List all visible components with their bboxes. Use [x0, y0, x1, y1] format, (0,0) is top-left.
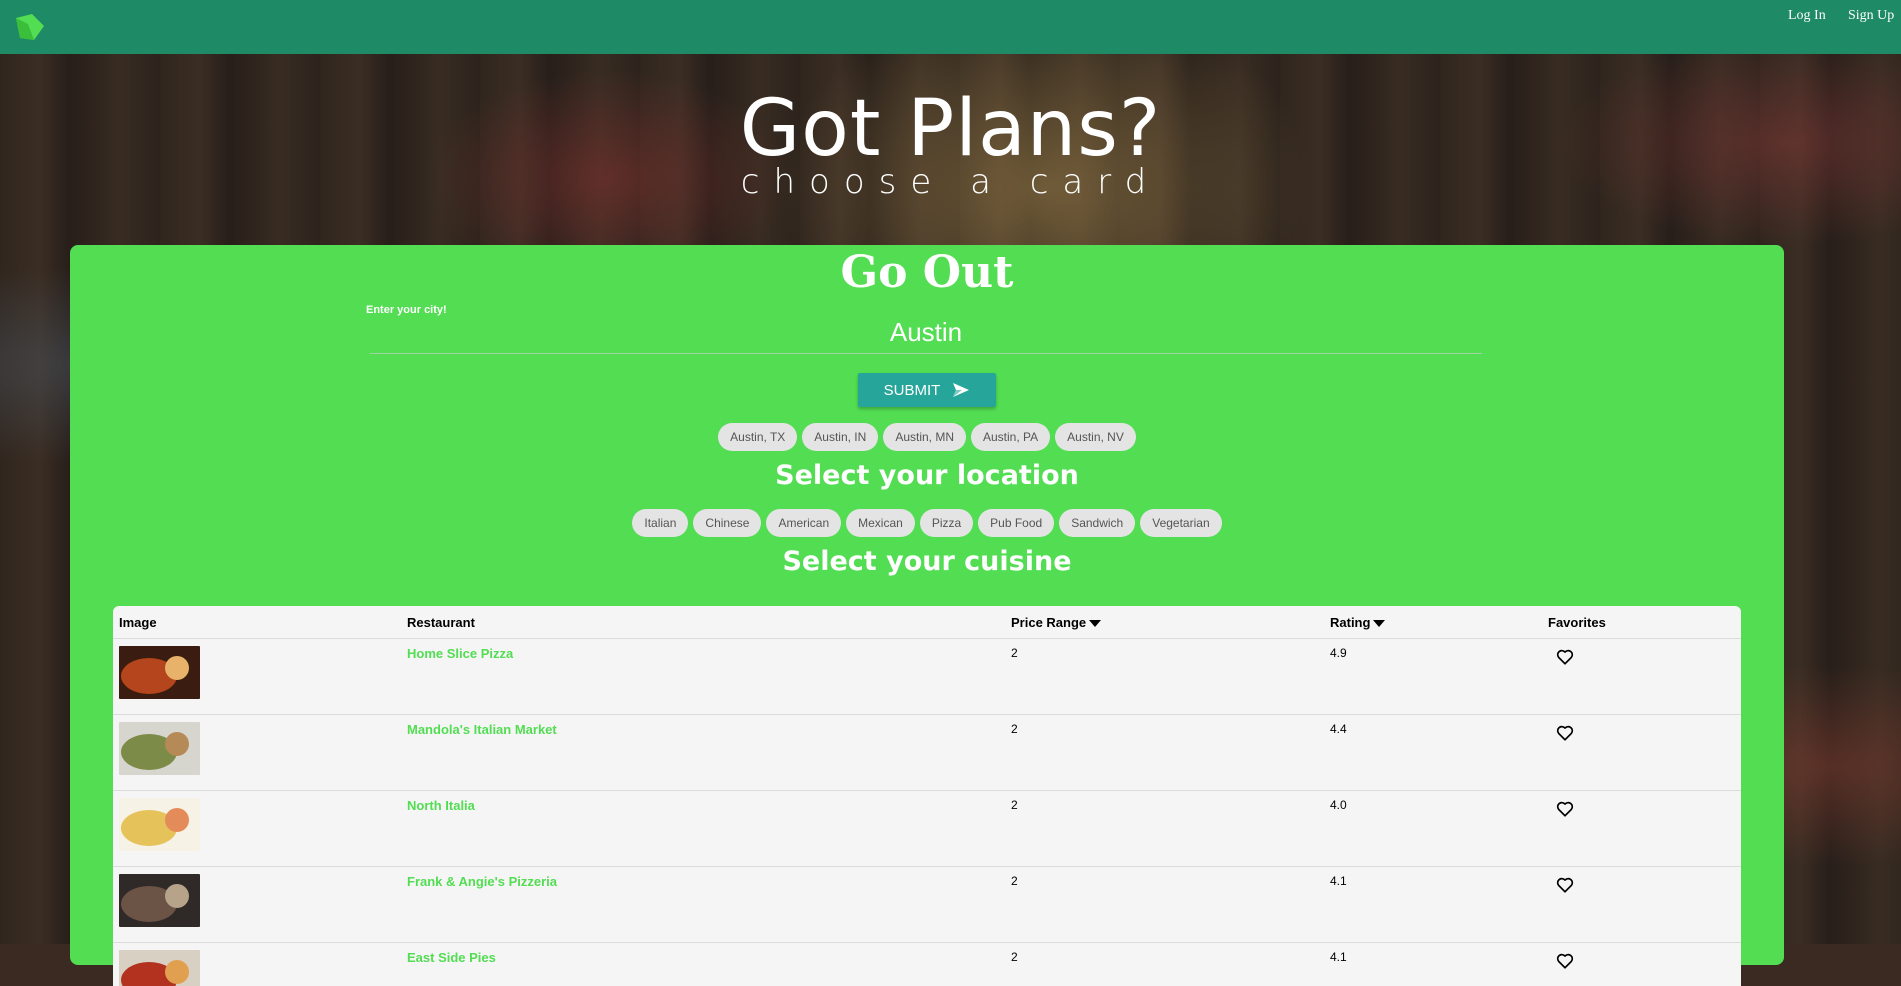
price-cell: 2 [1005, 943, 1324, 986]
logo-icon[interactable] [12, 12, 48, 44]
image-cell [113, 867, 401, 943]
restaurant-thumbnail [119, 798, 200, 851]
login-link[interactable]: Log In [1788, 8, 1826, 24]
restaurant-cell: Mandola's Italian Market [401, 715, 1005, 791]
restaurant-link[interactable]: Mandola's Italian Market [407, 722, 557, 737]
price-cell: 2 [1005, 791, 1324, 867]
location-chip[interactable]: Austin, MN [883, 423, 966, 451]
send-icon [952, 382, 970, 398]
sort-caret-icon[interactable] [1089, 620, 1101, 627]
location-chips: Austin, TX Austin, IN Austin, MN Austin,… [70, 423, 1784, 451]
rating-value: 4.1 [1330, 950, 1347, 964]
header-price-range[interactable]: Price Range [1005, 606, 1324, 639]
rating-value: 4.1 [1330, 874, 1347, 888]
location-chip[interactable]: Austin, PA [971, 423, 1050, 451]
restaurant-link[interactable]: Frank & Angie's Pizzeria [407, 874, 557, 889]
image-cell [113, 943, 401, 986]
city-input[interactable] [370, 311, 1482, 354]
heart-icon[interactable] [1556, 724, 1574, 742]
cuisine-chip[interactable]: Vegetarian [1140, 509, 1221, 537]
price-cell: 2 [1005, 639, 1324, 715]
cuisine-chip[interactable]: Mexican [846, 509, 915, 537]
hero-subtitle: choose a card [0, 162, 1901, 202]
table-header-row: Image Restaurant Price Range Rating Favo… [113, 606, 1741, 639]
restaurant-thumbnail [119, 950, 200, 986]
cuisine-chip[interactable]: Sandwich [1059, 509, 1135, 537]
price-value: 2 [1011, 950, 1018, 964]
favorites-cell [1542, 867, 1741, 943]
location-chip[interactable]: Austin, IN [802, 423, 878, 451]
favorites-cell [1542, 639, 1741, 715]
restaurant-thumbnail [119, 646, 200, 699]
price-value: 2 [1011, 646, 1018, 660]
price-cell: 2 [1005, 867, 1324, 943]
location-chip[interactable]: Austin, NV [1055, 423, 1136, 451]
cuisine-chip[interactable]: Pizza [920, 509, 973, 537]
submit-label: SUBMIT [884, 382, 941, 399]
restaurant-cell: East Side Pies [401, 943, 1005, 986]
header-rating[interactable]: Rating [1324, 606, 1542, 639]
cuisine-chip[interactable]: Pub Food [978, 509, 1054, 537]
header-image: Image [113, 606, 401, 639]
cuisine-chip[interactable]: Italian [632, 509, 688, 537]
rating-value: 4.4 [1330, 722, 1347, 736]
submit-button[interactable]: SUBMIT [858, 373, 996, 407]
heart-icon[interactable] [1556, 648, 1574, 666]
restaurant-cell: Frank & Angie's Pizzeria [401, 867, 1005, 943]
rating-cell: 4.0 [1324, 791, 1542, 867]
rating-value: 4.9 [1330, 646, 1347, 660]
rating-value: 4.0 [1330, 798, 1347, 812]
go-out-card: Go Out Enter your city! SUBMIT Austin, T… [70, 245, 1784, 965]
sort-caret-icon[interactable] [1373, 620, 1385, 627]
restaurant-thumbnail [119, 722, 200, 775]
heart-icon[interactable] [1556, 800, 1574, 818]
location-chip[interactable]: Austin, TX [718, 423, 797, 451]
restaurant-thumbnail [119, 874, 200, 927]
table-row: Mandola's Italian Market 2 4.4 [113, 715, 1741, 791]
header-restaurant: Restaurant [401, 606, 1005, 639]
header-rating-label: Rating [1330, 615, 1370, 630]
image-cell [113, 639, 401, 715]
restaurant-cell: North Italia [401, 791, 1005, 867]
cuisine-chip[interactable]: Chinese [693, 509, 761, 537]
card-title: Go Out [70, 245, 1784, 301]
header-favorites: Favorites [1542, 606, 1741, 639]
price-value: 2 [1011, 722, 1018, 736]
top-navbar: Log In Sign Up [0, 0, 1901, 54]
hero-title: Got Plans? [0, 84, 1901, 174]
image-cell [113, 791, 401, 867]
price-cell: 2 [1005, 715, 1324, 791]
image-cell [113, 715, 401, 791]
heart-icon[interactable] [1556, 876, 1574, 894]
header-price-label: Price Range [1011, 615, 1086, 630]
favorites-cell [1542, 715, 1741, 791]
rating-cell: 4.1 [1324, 867, 1542, 943]
cuisine-chip[interactable]: American [766, 509, 841, 537]
restaurant-link[interactable]: East Side Pies [407, 950, 496, 965]
favorites-cell [1542, 943, 1741, 986]
rating-cell: 4.1 [1324, 943, 1542, 986]
table-row: Frank & Angie's Pizzeria 2 4.1 [113, 867, 1741, 943]
signup-link[interactable]: Sign Up [1848, 8, 1894, 24]
cuisine-chips: Italian Chinese American Mexican Pizza P… [70, 509, 1784, 537]
table-row: Home Slice Pizza 2 4.9 [113, 639, 1741, 715]
rating-cell: 4.9 [1324, 639, 1542, 715]
table-row: North Italia 2 4.0 [113, 791, 1741, 867]
price-value: 2 [1011, 874, 1018, 888]
table-row: East Side Pies 2 4.1 [113, 943, 1741, 986]
location-heading: Select your location [70, 459, 1784, 493]
rating-cell: 4.4 [1324, 715, 1542, 791]
favorites-cell [1542, 791, 1741, 867]
restaurant-cell: Home Slice Pizza [401, 639, 1005, 715]
restaurant-link[interactable]: Home Slice Pizza [407, 646, 513, 661]
restaurant-table: Image Restaurant Price Range Rating Favo… [113, 606, 1741, 986]
price-value: 2 [1011, 798, 1018, 812]
restaurant-link[interactable]: North Italia [407, 798, 475, 813]
cuisine-heading: Select your cuisine [70, 545, 1784, 579]
heart-icon[interactable] [1556, 952, 1574, 970]
